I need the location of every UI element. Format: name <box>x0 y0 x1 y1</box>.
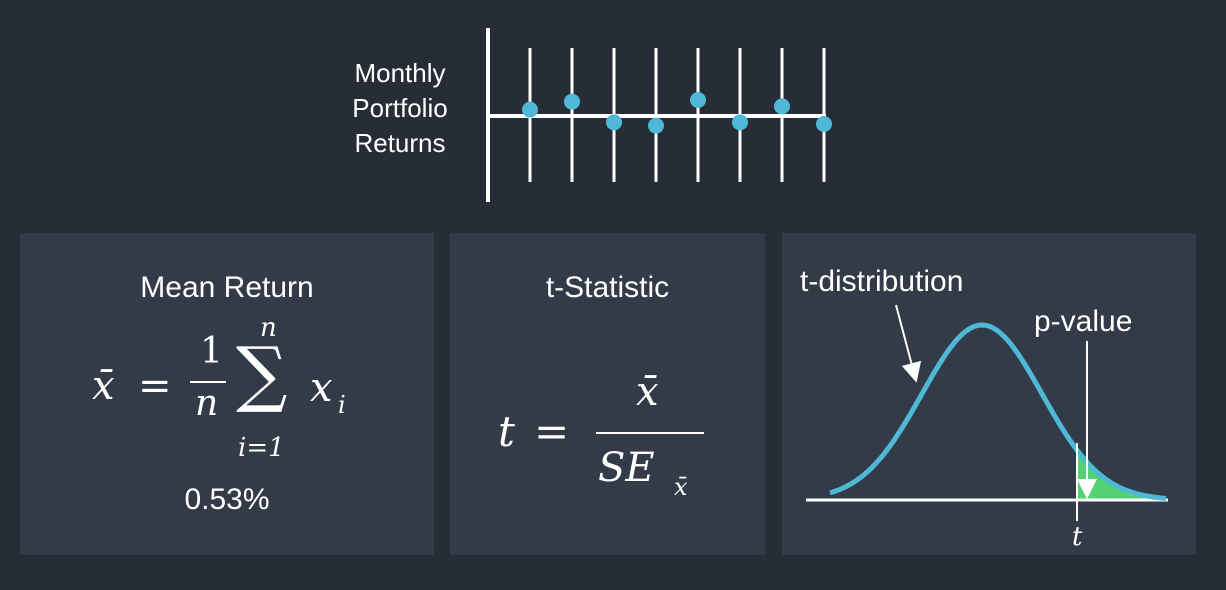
mean-return-title: Mean Return <box>140 271 314 304</box>
p-value-area <box>1077 450 1166 500</box>
monthly-return-point <box>732 114 748 131</box>
t-statistic-panel: t-Statistic t = x̄ SE x̄ <box>450 233 765 555</box>
t-statistic-title: t-Statistic <box>545 271 670 304</box>
monthly-return-point <box>690 92 706 108</box>
fraction-bar <box>596 432 704 434</box>
t-distribution-curve <box>829 322 1167 501</box>
series-label: Monthly Portfolio Returns <box>320 56 480 161</box>
formula-numerator: 1 <box>200 331 223 372</box>
monthly-return-point <box>606 114 622 131</box>
monthly-return-point <box>522 101 538 118</box>
monthly-return-point <box>774 98 790 115</box>
formula-equals: = <box>138 363 172 409</box>
monthly-return-point <box>648 117 664 134</box>
series-label-line-3: Returns <box>354 128 446 158</box>
sum-lower-limit: i=1 <box>238 433 285 463</box>
curve-arrow <box>895 304 922 383</box>
series-label-line-1: Monthly <box>354 58 446 88</box>
t-tick-label: t <box>1072 522 1083 552</box>
term-x: x <box>310 365 333 411</box>
formula-numerator: x̄ <box>636 369 659 415</box>
mean-return-panel: Mean Return x̄ = 1 n n ∑ i=1 x i 0.53% <box>20 233 434 555</box>
formula-se-subscript: x̄ <box>674 473 688 501</box>
monthly-return-point <box>564 93 580 110</box>
t-distribution-chart: t <box>806 304 1168 552</box>
t-distribution-panel: t-distribution p-value t <box>782 233 1196 555</box>
monthly-return-point <box>816 116 832 132</box>
formula-denominator: n <box>195 383 219 424</box>
term-subscript: i <box>338 391 346 419</box>
formula-equals: = <box>534 407 570 456</box>
formula-xbar: x̄ <box>92 363 115 409</box>
mean-return-value: 0.53% <box>184 483 270 516</box>
formula-t: t <box>498 407 515 456</box>
formula-se: SE <box>598 445 655 491</box>
sum-symbol: ∑ <box>236 331 288 415</box>
series-label-line-2: Portfolio <box>352 93 448 123</box>
monthly-returns-plot <box>486 28 832 202</box>
